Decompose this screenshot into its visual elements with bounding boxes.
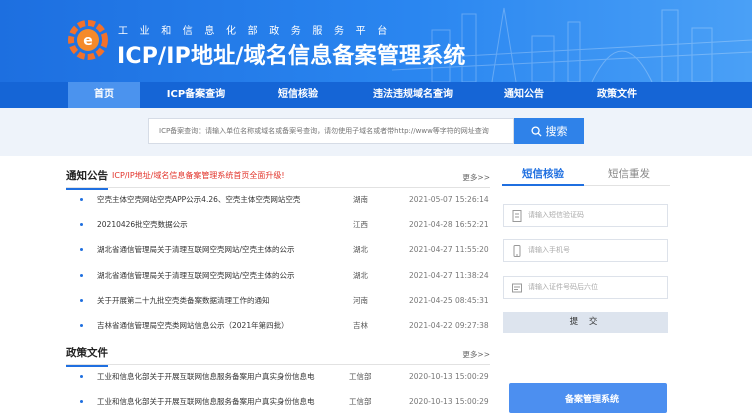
- policy-link[interactable]: 工业和信息化部关于开展互联网信息服务备案用户真实身份信息电: [97, 389, 315, 414]
- notice-region: 吉林: [353, 320, 368, 330]
- nav-home[interactable]: 首页: [68, 82, 140, 108]
- list-item: 工业和信息化部关于开展互联网信息服务备案用户真实身份信息电 工信部 2020-1…: [66, 389, 490, 414]
- document-icon: [512, 210, 522, 222]
- bullet-icon: [80, 323, 83, 327]
- id-number-placeholder: 请输入证件号码后六位: [528, 283, 598, 291]
- search-button[interactable]: 搜索: [514, 118, 584, 144]
- system-entry-card[interactable]: 备案管理系统: [509, 383, 667, 413]
- policies-list: 工业和信息化部关于开展互联网信息服务备案用户真实身份信息电 工信部 2020-1…: [66, 364, 490, 414]
- id-card-icon: [512, 283, 522, 293]
- notice-link[interactable]: 空壳主体空壳网站空壳APP公示4.26、空壳主体空壳网站空壳: [97, 187, 300, 212]
- search-area: 搜索: [0, 108, 752, 156]
- nav-notices[interactable]: 通知公告: [488, 82, 560, 108]
- nav-icp-query[interactable]: ICP备案查询: [155, 82, 237, 108]
- bullet-icon: [80, 298, 83, 302]
- notice-link[interactable]: 湖北省通信管理局关于清理互联网空壳网站/空壳主体的公示: [97, 263, 295, 288]
- list-item: 吉林省通信管理局空壳类网站信息公示（2021年第四批） 吉林 2021-04-2…: [66, 313, 490, 338]
- notice-date: 2021-04-22 09:27:38: [409, 320, 489, 330]
- policy-issuer: 工信部: [349, 397, 372, 406]
- search-button-label: 搜索: [545, 125, 568, 138]
- upgrade-alert[interactable]: ICP/IP地址/域名信息备案管理系统首页全面升级!: [112, 170, 285, 181]
- svg-text:e: e: [83, 33, 93, 49]
- notice-region: 湖南: [353, 195, 368, 204]
- policies-header: 政策文件 更多>>: [66, 343, 490, 367]
- notices-more-link[interactable]: 更多>>: [462, 172, 490, 183]
- sms-tabs: 短信核验 短信重发: [502, 164, 670, 186]
- search-input[interactable]: [148, 118, 514, 144]
- policies-title: 政策文件: [66, 347, 108, 367]
- submit-button[interactable]: 提 交: [503, 312, 668, 333]
- notice-link[interactable]: 吉林省通信管理局空壳类网站信息公示（2021年第四批）: [97, 313, 289, 338]
- phone-placeholder: 请输入手机号: [528, 246, 570, 254]
- bullet-icon: [80, 248, 83, 252]
- tab-sms-resend[interactable]: 短信重发: [588, 164, 670, 186]
- list-item: 空壳主体空壳网站空壳APP公示4.26、空壳主体空壳网站空壳 湖南 2021-0…: [66, 187, 490, 212]
- bullet-icon: [80, 223, 83, 227]
- nav-illegal-domain-query[interactable]: 违法违规域名查询: [364, 82, 462, 108]
- notice-date: 2021-04-27 11:55:20: [409, 245, 489, 255]
- tab-sms-verify[interactable]: 短信核验: [502, 164, 584, 186]
- sms-code-field[interactable]: 请输入短信验证码: [503, 204, 668, 227]
- notice-region: 湖北: [353, 245, 368, 255]
- phone-icon: [513, 245, 521, 257]
- policy-date: 2020-10-13 15:00:29: [409, 372, 489, 381]
- sms-code-placeholder: 请输入短信验证码: [528, 211, 584, 219]
- policies-more-link[interactable]: 更多>>: [462, 349, 490, 360]
- notices-list: 空壳主体空壳网站空壳APP公示4.26、空壳主体空壳网站空壳 湖南 2021-0…: [66, 187, 490, 338]
- system-entry-label: 备案管理系统: [565, 395, 620, 405]
- notice-region: 河南: [353, 295, 368, 305]
- page-title: ICP/IP地址/域名信息备案管理系统: [117, 44, 466, 69]
- notices-header: 通知公告 ICP/IP地址/域名信息备案管理系统首页全面升级! 更多>>: [66, 166, 490, 190]
- notice-region: 湖北: [353, 270, 368, 280]
- list-item: 湖北省通信管理局关于清理互联网空壳网站/空壳主体的公示 湖北 2021-04-2…: [66, 237, 490, 262]
- bullet-icon: [80, 400, 83, 403]
- policy-issuer: 工信部: [349, 372, 372, 381]
- list-item: 关于开展第二十九批空壳类备案数据清理工作的通知 河南 2021-04-25 08…: [66, 288, 490, 313]
- policy-link[interactable]: 工业和信息化部关于开展互联网信息服务备案用户真实身份信息电: [97, 364, 315, 389]
- main-nav: 首页 ICP备案查询 短信核验 违法违规域名查询 通知公告 政策文件: [0, 82, 752, 108]
- notice-link[interactable]: 20210426批空壳数据公示: [97, 212, 188, 237]
- policy-date: 2020-10-13 15:00:29: [409, 397, 489, 406]
- list-item: 工业和信息化部关于开展互联网信息服务备案用户真实身份信息电 工信部 2020-1…: [66, 364, 490, 389]
- notice-date: 2021-05-07 15:26:14: [409, 195, 489, 204]
- bullet-icon: [80, 375, 83, 378]
- search-icon: [530, 125, 542, 137]
- list-item: 20210426批空壳数据公示 江西 2021-04-28 16:52:21: [66, 212, 490, 237]
- notice-link[interactable]: 关于开展第二十九批空壳类备案数据清理工作的通知: [97, 288, 270, 313]
- notice-date: 2021-04-28 16:52:21: [409, 220, 489, 230]
- phone-field[interactable]: 请输入手机号: [503, 239, 668, 262]
- bullet-icon: [80, 198, 83, 201]
- notice-link[interactable]: 湖北省通信管理局关于清理互联网空壳网站/空壳主体的公示: [97, 237, 295, 262]
- logo-icon: e: [68, 20, 108, 60]
- header-banner: e 工业和信息化部政务服务平台 ICP/IP地址/域名信息备案管理系统: [0, 0, 752, 82]
- header-subtitle: 工业和信息化部政务服务平台: [118, 26, 399, 37]
- id-number-field[interactable]: 请输入证件号码后六位: [503, 276, 668, 299]
- notice-date: 2021-04-25 08:45:31: [409, 295, 489, 305]
- list-item: 湖北省通信管理局关于清理互联网空壳网站/空壳主体的公示 湖北 2021-04-2…: [66, 263, 490, 288]
- nav-policies[interactable]: 政策文件: [581, 82, 653, 108]
- notices-title: 通知公告: [66, 170, 108, 190]
- nav-sms-verify[interactable]: 短信核验: [262, 82, 334, 108]
- bullet-icon: [80, 273, 83, 277]
- notice-date: 2021-04-27 11:38:24: [409, 270, 489, 280]
- notice-region: 江西: [353, 220, 368, 230]
